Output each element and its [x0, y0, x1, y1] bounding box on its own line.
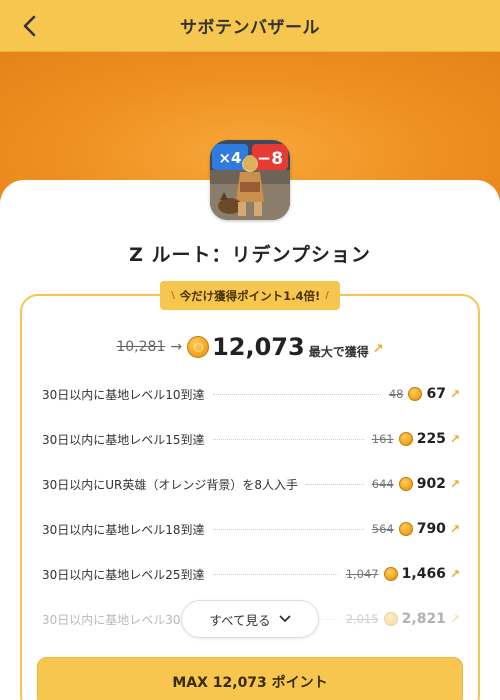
task-new-points: 225 — [416, 431, 446, 447]
game-title: Z ルート：リデンプション — [129, 244, 371, 266]
task-new-points: 1,466 — [401, 566, 446, 582]
dotted-leader — [212, 528, 364, 530]
task-new-points: 2,821 — [401, 611, 446, 627]
game-icon: ×4 −8 — [210, 140, 290, 220]
dotted-leader — [306, 483, 364, 485]
badge-multiplier: ×4 — [218, 149, 241, 167]
max-get-label: 最大で獲得 — [308, 344, 369, 359]
page-title: サボテンバザール — [180, 18, 320, 38]
task-old-points: 161 — [371, 432, 394, 446]
top-bar: サボテンバザール — [0, 0, 500, 52]
dotted-leader — [212, 573, 338, 575]
task-old-points: 2,015 — [345, 612, 379, 626]
max-points-button[interactable]: MAX 12,073 ポイント — [37, 657, 463, 700]
total-points-row: 10,281 → 12,073 最大で獲得 ↗ — [0, 333, 500, 361]
coin-icon — [408, 387, 423, 401]
new-total: 12,073 — [212, 333, 305, 361]
arrow-up-right-icon: ↗ — [449, 477, 460, 491]
arrow-up-right-icon: ↗ — [372, 341, 384, 357]
task-label: 30日以内に基地レベル25到達 — [42, 567, 205, 582]
task-row[interactable]: 30日以内に基地レベル10到達 48 67 ↗ — [42, 382, 460, 406]
task-row[interactable]: 30日以内にUR英雄（オレンジ背景）を8人入手 644 902 ↗ — [42, 472, 460, 496]
coin-icon — [398, 522, 413, 536]
chevron-left-icon — [23, 15, 36, 37]
promo-deco-right: / — [325, 290, 329, 301]
see-all-button[interactable]: すべて見る — [181, 600, 319, 638]
task-label: 30日以内にUR英雄（オレンジ背景）を8人入手 — [42, 477, 299, 492]
dotted-leader — [212, 438, 364, 440]
see-all-label: すべて見る — [209, 612, 271, 628]
arrow-up-right-icon: ↗ — [449, 432, 460, 446]
old-total: 10,281 — [116, 339, 166, 355]
task-new-points: 902 — [416, 476, 446, 492]
task-old-points: 1,047 — [345, 567, 379, 581]
task-label: 30日以内に基地レベル18到達 — [42, 522, 205, 537]
coin-icon — [383, 612, 398, 626]
coin-icon — [398, 477, 413, 491]
task-new-points: 790 — [416, 521, 446, 537]
task-old-points: 48 — [388, 387, 404, 401]
task-label: 30日以内に基地レベル10到達 — [42, 387, 205, 402]
task-row[interactable]: 30日以内に基地レベル25到達 1,047 1,466 ↗ — [42, 562, 460, 586]
promo-badge: \ 今だけ獲得ポイント1.4倍! / — [160, 281, 340, 310]
task-row[interactable]: 30日以内に基地レベル18到達 564 790 ↗ — [42, 517, 460, 541]
chevron-down-icon — [279, 615, 290, 622]
coin-icon — [398, 432, 413, 446]
coin-icon — [187, 336, 210, 358]
back-button[interactable] — [16, 12, 44, 40]
task-old-points: 564 — [371, 522, 394, 536]
task-new-points: 67 — [426, 386, 446, 402]
promo-deco-left: \ — [171, 290, 175, 301]
max-points-label: MAX 12,073 ポイント — [172, 675, 328, 691]
promo-text: 今だけ獲得ポイント1.4倍! — [179, 288, 321, 303]
dotted-leader — [212, 393, 381, 395]
task-label: 30日以内に基地レベル15到達 — [42, 432, 205, 447]
task-row[interactable]: 30日以内に基地レベル15到達 161 225 ↗ — [42, 427, 460, 451]
arrow-up-right-icon: ↗ — [449, 522, 460, 536]
arrow-up-right-icon: ↗ — [449, 387, 460, 401]
coin-icon — [383, 567, 398, 581]
badge-minus: −8 — [257, 149, 283, 169]
arrow-up-right-icon: ↗ — [449, 567, 460, 581]
task-old-points: 644 — [371, 477, 394, 491]
arrow-right-icon: → — [170, 339, 183, 355]
arrow-up-right-icon: ↗ — [449, 612, 460, 626]
